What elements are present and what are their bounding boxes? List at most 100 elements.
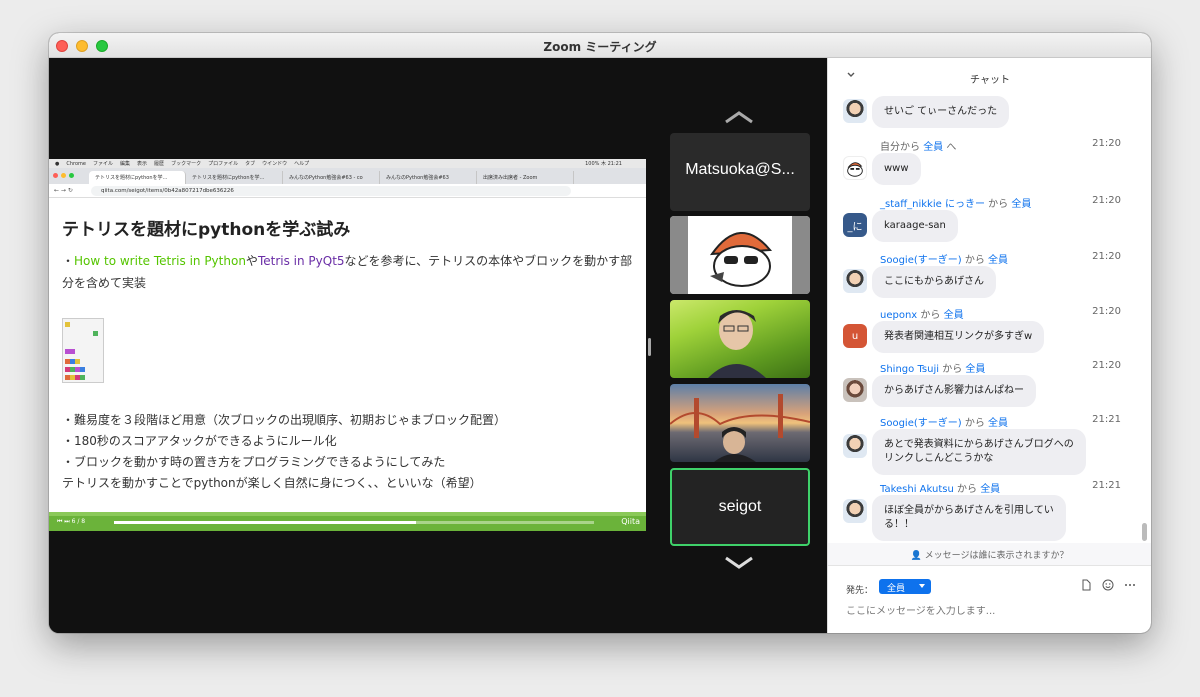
chat-message-input[interactable] [846,606,1126,617]
avatar [843,269,867,293]
participant-name: seigot [718,498,762,515]
slide-link: Tetris in PyQt5 [257,254,345,268]
file-icon[interactable] [1080,579,1092,591]
chat-message: からあげさん影響力はんぱねー [872,375,1036,407]
menu-item: プロファイル [208,161,239,167]
title-bar: Zoom ミーティング [49,33,1151,58]
participant-video-image [708,310,766,378]
mac-status: 100% 木 21:21 [585,161,622,167]
participant-tile-active-speaker[interactable]: seigot [670,468,810,546]
chat-message-meta: _staff_nikkie にっきー から 全員 [880,199,1032,210]
chat-message: karaage-san [872,210,958,242]
chat-timestamp: 21:21 [1092,480,1121,491]
slide-bullet-list: ・難易度を３段階ほど用意（次ブロックの出現順序、初期おじゃまブロック配置） ・1… [62,410,506,494]
chat-message-meta: Soogie(すーぎー) から 全員 [880,255,1009,266]
participant-name: Matsuoka@S... [685,161,795,178]
slide-bullet: テトリスを動かすことでpythonが楽しく自然に身につく、、といいな（希望） [62,476,482,490]
emoji-icon[interactable] [1102,579,1114,591]
resize-handle[interactable] [648,338,651,356]
slide-title: テトリスを題材にpythonを学ぶ試み [62,220,351,240]
page-indicator: 6 / 8 [71,518,86,525]
recipient-label: 発先： [846,586,874,596]
chat-compose: 発先： 全員 [828,565,1151,633]
avatar: u [843,324,867,348]
menu-item: ブックマーク [171,161,202,167]
caret-down-icon [919,584,925,588]
chat-message-meta: Shingo Tsuji から 全員 [880,364,986,375]
mascot-avatar-image [670,216,810,294]
menu-item: タブ [245,161,256,167]
slide-player-bar: ⏮ ⏭ 6 / 8 Qiita [49,512,646,531]
participant-tile[interactable]: Matsuoka@S... [670,133,810,211]
chevron-down-icon[interactable] [723,556,755,570]
chat-panel: チャット せいご てぃーさんだった 自分から 全員 へ 21:20 www _s… [827,58,1151,633]
slide-paragraph: ・How to write Tetris in PythonやTetris in… [62,254,633,290]
participant-tile-video[interactable] [670,384,810,462]
participant-video-image [670,394,810,462]
avatar [843,378,867,402]
avatar [843,156,867,180]
avatar [843,99,867,123]
slide-bullet: ・180秒のスコアアタックができるようにルール化 [62,434,337,448]
chat-timestamp: 21:20 [1092,195,1121,206]
chat-message: ほぼ全員がからあげさんを引用してい る！！ [872,495,1066,541]
visibility-notice[interactable]: 👤 メッセージは誰に表示されますか？ [828,543,1151,565]
browser-nav-icons: ← → ↻ [54,187,73,194]
browser-address-bar: ← → ↻ qiita.com/seigot/items/0b42a807217… [49,184,646,198]
person-icon: 👤 [910,551,922,561]
compose-actions [1080,579,1136,591]
qiita-logo: Qiita [621,517,640,526]
slide-content: テトリスを題材にpythonを学ぶ試み ・How to write Tetris… [49,198,646,512]
participant-tile-video[interactable] [670,216,810,294]
recipient-select[interactable]: 全員 [879,579,931,594]
browser-tab: テトリスを題材にpythonを学… [89,171,186,184]
chat-message: 発表者関連相互リンクが多すぎw [872,321,1045,353]
menu-item: 履歴 [154,161,165,167]
chat-timestamp: 21:20 [1092,251,1121,262]
browser-tab: みんなのPython勉強会#63 - co [283,171,380,184]
more-icon[interactable] [1124,579,1136,591]
chat-header: チャット [828,58,1151,94]
chat-message: ここにもからあげさん [872,266,996,298]
chat-message-meta: Takeshi Akutsu から 全員 [880,484,1001,495]
browser-tab-strip: テトリスを題材にpythonを学… テトリスを題材にpythonを学… みんなの… [49,168,646,184]
avatar [843,434,867,458]
chevron-up-icon[interactable] [723,110,755,124]
menu-item: Chrome [66,160,86,167]
tetris-screenshot-image [62,318,104,383]
menu-item: ヘルプ [294,161,310,167]
chat-title: チャット [970,75,1010,86]
slide-bullet: ・ブロックを動かす時の置き方をプログラミングできるようにしてみた [62,455,446,469]
slide-bullet: ・難易度を３段階ほど用意（次ブロックの出現順序、初期おじゃまブロック配置） [62,413,507,427]
chat-message-meta: Soogie(すーぎー) から 全員 [880,418,1009,429]
browser-url: qiita.com/seigot/items/0b42a807217dbe636… [91,186,571,196]
chat-timestamp: 21:20 [1092,360,1121,371]
zoom-window: Zoom ミーティング ● Chrome ファイル 編集 表示 履歴 ブックマー… [49,33,1151,633]
shared-mac-menubar: ● Chrome ファイル 編集 表示 履歴 ブックマーク プロファイル タブ … [49,159,646,168]
chat-message: www [872,153,921,185]
meeting-stage: ● Chrome ファイル 編集 表示 履歴 ブックマーク プロファイル タブ … [49,58,827,633]
chat-message-meta: 自分から 全員 へ [880,142,957,153]
browser-tab: みんなのPython勉強会#63 [380,171,477,184]
player-controls[interactable]: ⏮ ⏭ 6 / 8 [57,518,85,526]
participant-tile-video[interactable] [670,300,810,378]
avatar [843,499,867,523]
chat-scrollbar[interactable] [1142,523,1147,541]
chat-timestamp: 21:20 [1092,306,1121,317]
chat-timestamp: 21:20 [1092,138,1121,149]
browser-tab: テトリスを題材にpythonを学… [186,171,283,184]
menu-item: 編集 [120,161,131,167]
shared-screen[interactable]: ● Chrome ファイル 編集 表示 履歴 ブックマーク プロファイル タブ … [49,159,646,531]
menu-item: 表示 [137,161,148,167]
browser-window-controls [53,173,74,178]
chat-timestamp: 21:21 [1092,414,1121,425]
chat-message: あとで発表資料にからあげさんブログへの リンクしこんどこうかな [872,429,1086,475]
avatar: _に [843,213,867,237]
browser-tab: 出席済み出席者 - Zoom [477,171,574,184]
chat-message-meta: ueponx から 全員 [880,310,964,321]
chat-message: せいご てぃーさんだった [872,96,1010,128]
slide-link: How to write Tetris in Python [74,254,246,268]
menu-item: ウインドウ [262,161,288,167]
menu-item: ファイル [93,161,114,167]
slide-progress-bar[interactable] [114,521,594,524]
